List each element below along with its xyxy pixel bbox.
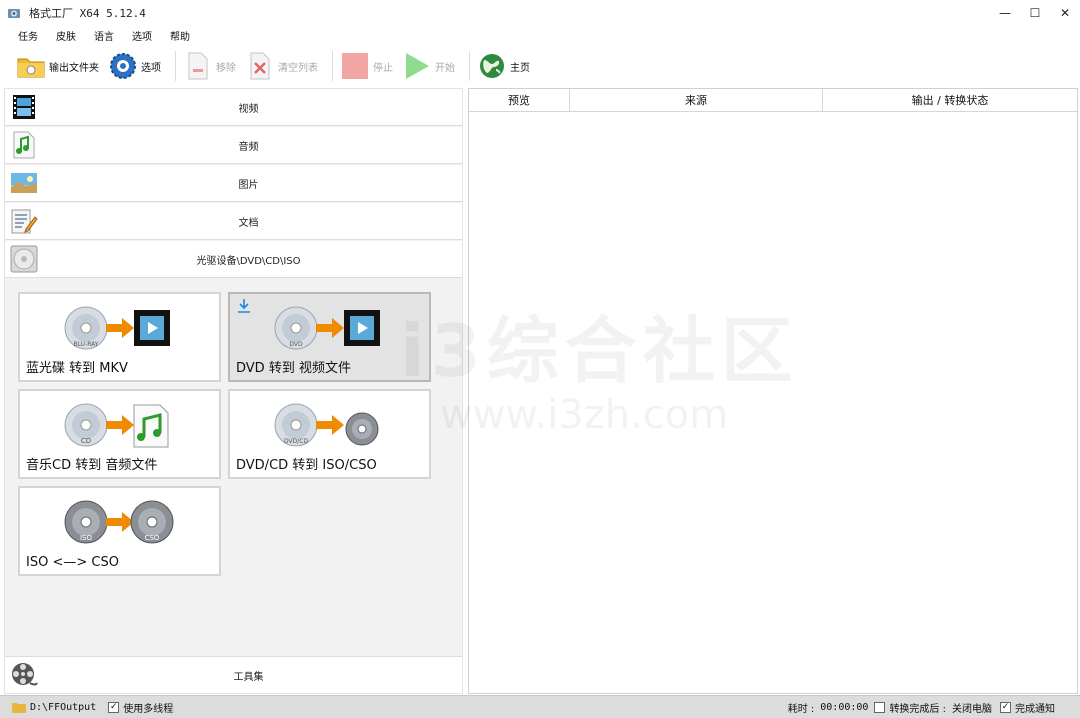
tile-label: ISO <—> CSO [26,555,119,570]
svg-text:ISO: ISO [80,534,93,542]
tile-label: DVD/CD 转到 ISO/CSO [236,458,377,473]
maximize-button[interactable]: ☐ [1020,0,1050,26]
clear-list-icon [246,52,274,80]
folder-icon [17,52,45,80]
options-label: 选项 [141,62,161,74]
clear-list-button[interactable]: 清空列表 [244,48,320,84]
category-audio[interactable]: 音频 [5,127,462,164]
window-title: 格式工厂 X64 5.12.4 [29,7,146,20]
folder-small-icon [12,703,26,713]
toolbar-separator [175,51,176,81]
stop-label: 停止 [373,62,393,74]
left-pane: 视频 音频 图片 文档 光驱设备\DVD\CD\ISO BLU-RAY 蓝光碟 … [4,88,463,694]
watermark-url: www.i3zh.com [440,392,729,438]
musiccd-to-audio-icon: CD [64,403,169,448]
output-path[interactable]: D:\FFOutput [30,702,96,713]
after-convert-action[interactable]: 关闭电脑 [952,700,992,715]
app-icon [8,9,20,18]
output-folder-button[interactable]: 输出文件夹 [15,48,101,84]
globe-icon [478,52,506,80]
category-picture[interactable]: 图片 [5,165,462,202]
multithread-checkbox[interactable]: ✓ [108,701,120,713]
tile-dvdcd-to-iso[interactable]: DVD/CD DVD/CD 转到 ISO/CSO [228,389,431,479]
tile-iso-cso[interactable]: ISO CSO ISO <—> CSO [18,486,221,576]
stop-icon [341,52,369,80]
dvdcd-to-iso-icon: DVD/CD [274,403,379,447]
svg-text:DVD: DVD [289,341,303,348]
tile-label: 音乐CD 转到 音频文件 [26,458,158,473]
bluray-to-mkv-icon: BLU-RAY [64,306,170,350]
status-bar: D:\FFOutput ✓ 使用多线程 耗时 : 00:00:00 转换完成后 … [0,695,1080,718]
menu-language[interactable]: 语言 [94,28,114,43]
start-button[interactable]: 开始 [401,48,457,84]
elapsed-value: 00:00:00 [820,701,869,713]
close-button[interactable]: ✕ [1050,0,1080,26]
watermark-text: i3综合社区 [400,309,799,393]
category-label: 图片 [238,179,259,191]
menu-bar: 任务 皮肤 语言 选项 帮助 [0,26,1080,44]
after-convert-checkbox[interactable] [874,701,886,713]
menu-task[interactable]: 任务 [18,28,38,43]
download-icon [238,299,250,313]
tile-bluray-to-mkv[interactable]: BLU-RAY 蓝光碟 转到 MKV [18,292,221,382]
column-output-status[interactable]: 输出 / 转换状态 [823,89,1077,111]
remove-button[interactable]: 移除 [182,48,238,84]
clear-list-label: 清空列表 [278,62,318,74]
toolbar-separator [332,51,333,81]
after-convert-label: 转换完成后 : [889,703,946,715]
category-label: 视频 [238,103,259,115]
title-bar: 格式工厂 X64 5.12.4 — ☐ ✕ [0,0,1080,26]
svg-text:CSO: CSO [145,534,160,542]
category-document[interactable]: 文档 [5,203,462,240]
category-toolset[interactable]: 工具集 [5,656,462,693]
svg-text:BLU-RAY: BLU-RAY [74,341,99,348]
menu-options[interactable]: 选项 [132,28,152,43]
category-disc-drive[interactable]: 光驱设备\DVD\CD\ISO [5,241,462,278]
notify-label: 完成通知 [1015,703,1055,715]
svg-text:DVD/CD: DVD/CD [284,438,308,445]
notify-checkbox[interactable]: ✓ [1000,701,1011,713]
options-button[interactable]: 选项 [107,48,163,84]
category-label: 文档 [238,217,259,229]
play-icon [403,52,431,80]
svg-text:CD: CD [81,437,91,445]
toolbar: 输出文件夹 选项 移除 清空列表 停止 开始 主页 [0,46,1080,86]
dvd-to-video-icon: DVD [274,306,380,350]
column-preview[interactable]: 预览 [469,89,570,111]
menu-help[interactable]: 帮助 [170,28,190,43]
tile-musiccd-to-audio[interactable]: CD 音乐CD 转到 音频文件 [18,389,221,479]
menu-skin[interactable]: 皮肤 [56,28,76,43]
remove-label: 移除 [216,62,236,74]
toolbar-separator [469,51,470,81]
toolset-label: 工具集 [233,671,264,683]
tile-label: 蓝光碟 转到 MKV [26,361,128,376]
home-label: 主页 [510,62,530,74]
task-table-header: 预览 来源 输出 / 转换状态 [469,89,1077,112]
home-button[interactable]: 主页 [476,48,532,84]
remove-icon [184,52,212,80]
output-folder-label: 输出文件夹 [49,62,99,74]
category-video[interactable]: 视频 [5,89,462,126]
options-gear-icon [109,52,137,80]
iso-cso-icon: ISO CSO [64,500,174,544]
category-label: 音频 [238,141,259,153]
tile-label: DVD 转到 视频文件 [236,361,351,376]
elapsed-label: 耗时 : [787,703,815,715]
category-label: 光驱设备\DVD\CD\ISO [196,255,301,267]
column-source[interactable]: 来源 [570,89,823,111]
minimize-button[interactable]: — [990,0,1020,26]
multithread-label: 使用多线程 [123,703,174,715]
stop-button[interactable]: 停止 [339,48,395,84]
start-label: 开始 [435,62,455,74]
